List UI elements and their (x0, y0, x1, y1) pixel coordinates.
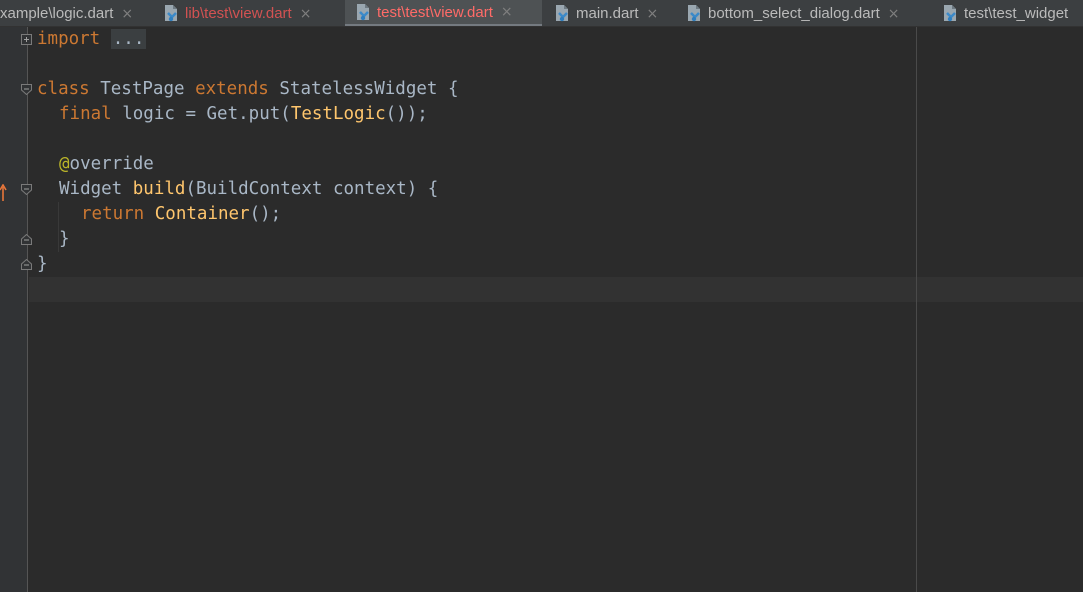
close-icon[interactable]: × (888, 6, 900, 22)
dart-file-icon (944, 5, 956, 22)
super-class: StatelessWidget (279, 79, 438, 99)
build-params: (BuildContext context) { (185, 179, 439, 199)
fold-icon[interactable] (21, 34, 32, 45)
keyword-extends: extends (195, 79, 269, 99)
tab-test-test-view-dart[interactable]: test\test\view.dart × (345, 0, 542, 26)
logic-end: ()); (385, 104, 428, 124)
current-line-highlight (29, 277, 1083, 302)
close-icon[interactable]: × (121, 6, 133, 22)
tab-label: xample\logic.dart (0, 5, 114, 22)
container-end: (); (249, 204, 282, 224)
close-icon[interactable]: × (647, 6, 659, 22)
override-arrow-icon[interactable] (0, 184, 8, 202)
right-margin-guide (916, 27, 917, 592)
code-line-build: Widget build(BuildContext context) { (59, 177, 438, 202)
tab-bottom-select-dialog-dart[interactable]: bottom_select_dialog.dart × (686, 0, 900, 26)
code-line-close-outer: } (37, 252, 48, 277)
dart-file-icon (165, 5, 177, 22)
dart-file-icon (688, 5, 700, 22)
testlogic-type: TestLogic (290, 104, 386, 124)
code-line-close-inner: } (59, 227, 70, 252)
code-line-return: return Container(); (81, 202, 281, 227)
annotation-override: override (69, 154, 154, 174)
code-line-override: @override (59, 152, 154, 177)
keyword-class: class (37, 79, 90, 99)
brace: } (59, 229, 70, 249)
tab-test-test-widget[interactable]: test\test_widget (942, 0, 1069, 26)
keyword-return: return (81, 204, 145, 224)
editor-gutter[interactable] (0, 27, 28, 592)
dart-file-icon (556, 5, 568, 22)
tab-lib-test-view-dart[interactable]: lib\test\view.dart × (163, 0, 312, 26)
code-editor[interactable]: import ... class TestPage extends Statel… (0, 27, 1083, 592)
fold-icon[interactable] (21, 259, 32, 270)
code-line-class: class TestPage extends StatelessWidget { (37, 77, 459, 102)
brace: } (37, 254, 48, 274)
fold-icon[interactable] (21, 184, 32, 195)
tab-label: main.dart (576, 5, 639, 22)
tab-label: bottom_select_dialog.dart (708, 5, 880, 22)
tab-label: lib\test\view.dart (185, 5, 292, 22)
annotation-at: @ (59, 154, 70, 174)
widget-type: Widget (59, 179, 123, 199)
close-icon[interactable]: × (300, 6, 312, 22)
code-line-import: import ... (37, 27, 147, 52)
build-function: build (132, 179, 186, 199)
keyword-final: final (59, 104, 112, 124)
tab-label: test\test\view.dart (377, 3, 493, 21)
close-icon[interactable]: × (501, 4, 513, 20)
container-call: Container (154, 204, 250, 224)
fold-icon[interactable] (21, 84, 32, 95)
class-name: TestPage (100, 79, 185, 99)
editor-tab-bar: xample\logic.dart × lib\test\view.dart ×… (0, 0, 1083, 27)
keyword-import: import (37, 29, 101, 49)
code-line-logic: final logic = Get.put(TestLogic()); (59, 102, 428, 127)
fold-icon[interactable] (21, 234, 32, 245)
tab-logic-dart[interactable]: xample\logic.dart × (0, 0, 133, 26)
folded-imports[interactable]: ... (110, 29, 147, 49)
tab-main-dart[interactable]: main.dart × (554, 0, 659, 26)
tab-label: test\test_widget (964, 5, 1069, 22)
logic-decl: logic = Get.put( (122, 104, 291, 124)
brace: { (447, 79, 459, 99)
dart-file-icon (357, 3, 369, 20)
